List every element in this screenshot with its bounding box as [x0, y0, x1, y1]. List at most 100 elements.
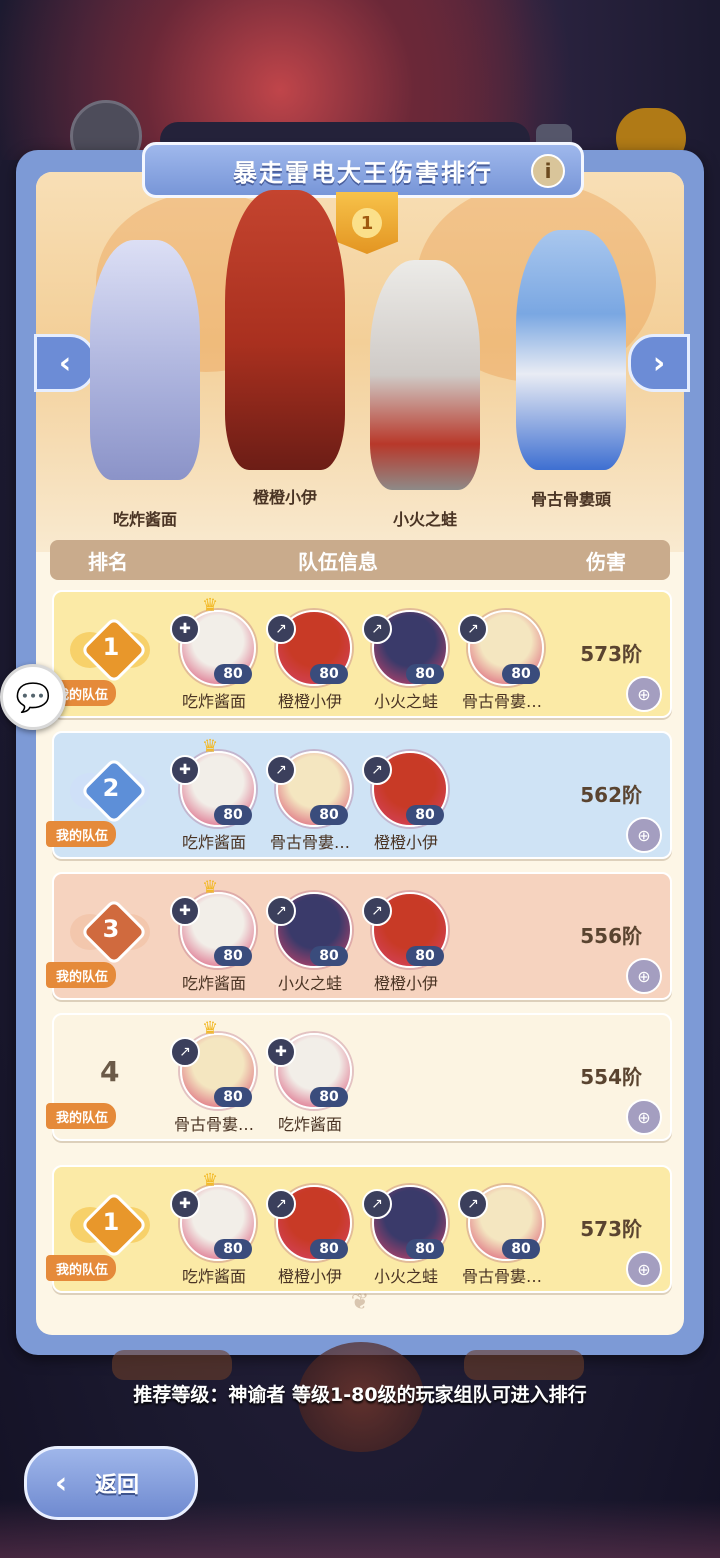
page-title: 暴走雷电大王伤害排行: [233, 158, 493, 187]
ranking-row: 1 我的队伍 ♛ ✚ 80 吃炸酱面 ↗ 80 橙橙小伊 ↗ 80 小火之蛙 ↗ 80 骨古骨婁… 573阶 ⊕: [46, 1165, 672, 1293]
zoom-in-button[interactable]: ⊕: [626, 676, 662, 712]
background-button: [464, 1350, 584, 1380]
zoom-in-button[interactable]: ⊕: [626, 958, 662, 994]
member-name: 吃炸酱面: [181, 974, 246, 993]
info-icon: i: [544, 159, 552, 183]
class-icon: ↗: [458, 1189, 488, 1219]
team-member[interactable]: ↗ 80 小火之蛙: [262, 884, 358, 994]
level-badge: 80: [406, 664, 444, 684]
level-badge: 80: [310, 664, 348, 684]
team-member[interactable]: ↗ 80 小火之蛙: [358, 1177, 454, 1287]
member-name: 橙橙小伊: [277, 692, 342, 711]
my-team-tag: 我的队伍: [46, 1103, 117, 1129]
damage-value: 573阶: [580, 642, 642, 666]
level-badge: 80: [310, 805, 348, 825]
hero-name: 橙橙小伊: [252, 488, 317, 507]
member-name: 吃炸酱面: [181, 833, 246, 852]
back-button[interactable]: ‹ 返回: [24, 1446, 198, 1520]
table-header: 排名 队伍信息 伤害: [50, 540, 670, 580]
member-name: 骨古骨婁…: [173, 1115, 254, 1134]
chat-bubble-icon: 💬: [15, 680, 51, 714]
level-badge: 80: [310, 946, 348, 966]
leader-crown-icon: ♛: [202, 1018, 219, 1039]
chat-button[interactable]: 💬: [0, 664, 66, 730]
info-button[interactable]: i: [531, 154, 565, 188]
magnifier-plus-icon: ⊕: [637, 684, 651, 704]
member-name: 骨古骨婁…: [461, 692, 542, 711]
damage-value: 562阶: [580, 783, 642, 807]
ranking-row: 3 我的队伍 ♛ ✚ 80 吃炸酱面 ↗ 80 小火之蛙 ↗ 80 橙橙小伊 556阶 ⊕: [46, 872, 672, 1000]
hero-card[interactable]: 吃炸酱面: [70, 240, 220, 530]
member-name: 橙橙小伊: [373, 833, 438, 852]
class-icon: ↗: [170, 1037, 200, 1067]
team-member[interactable]: ↗ 80 橙橙小伊: [358, 743, 454, 853]
column-header-team: 队伍信息: [298, 549, 378, 574]
zoom-in-button[interactable]: ⊕: [626, 1251, 662, 1287]
team-member[interactable]: ↗ 80 骨古骨婁…: [262, 743, 358, 853]
rank-medal-icon: 2: [70, 757, 150, 825]
team-member[interactable]: ↗ 80 橙橙小伊: [262, 1177, 358, 1287]
magnifier-plus-icon: ⊕: [637, 966, 651, 986]
my-team-tag: 我的队伍: [46, 821, 117, 847]
rank-number: 3: [102, 915, 120, 943]
leader-crown-icon: ♛: [202, 877, 219, 898]
hero-card[interactable]: 橙橙小伊: [210, 190, 360, 510]
ranking-row: 2 我的队伍 ♛ ✚ 80 吃炸酱面 ↗ 80 骨古骨婁… ↗ 80 橙橙小伊 562阶 ⊕: [46, 731, 672, 859]
hero-figure: [225, 190, 345, 470]
team-member[interactable]: ♛ ✚ 80 吃炸酱面: [166, 879, 262, 994]
leader-crown-icon: ♛: [202, 736, 219, 757]
background-button: [112, 1350, 232, 1380]
zoom-in-button[interactable]: ⊕: [626, 1099, 662, 1135]
class-icon: ✚: [170, 755, 200, 785]
back-label: 返回: [95, 1473, 140, 1498]
member-name: 骨古骨婁…: [461, 1267, 542, 1286]
class-icon: ↗: [362, 896, 392, 926]
level-badge: 80: [406, 805, 444, 825]
hero-card[interactable]: 骨古骨婁頭: [496, 230, 646, 510]
member-name: 小火之蛙: [277, 974, 342, 993]
member-name: 吃炸酱面: [277, 1115, 342, 1134]
rank-medal-icon: 1: [70, 616, 150, 684]
recommend-level-text: 推荐等级：神谕者 等级1-80级的玩家组队可进入排行: [133, 1384, 587, 1406]
class-icon: ✚: [170, 1189, 200, 1219]
magnifier-plus-icon: ⊕: [637, 1259, 651, 1279]
team-member[interactable]: ↗ 80 橙橙小伊: [358, 884, 454, 994]
class-icon: ✚: [170, 896, 200, 926]
level-badge: 80: [310, 1087, 348, 1107]
team-member[interactable]: ↗ 80 橙橙小伊: [262, 602, 358, 712]
class-icon: ✚: [266, 1037, 296, 1067]
level-badge: 80: [406, 1239, 444, 1259]
hero-name: 骨古骨婁頭: [530, 490, 611, 509]
team-member[interactable]: ♛ ✚ 80 吃炸酱面: [166, 1172, 262, 1287]
rank-number: 1: [102, 633, 120, 661]
member-name: 橙橙小伊: [373, 974, 438, 993]
team-member[interactable]: ↗ 80 骨古骨婁…: [454, 1177, 550, 1287]
member-name: 小火之蛙: [373, 1267, 438, 1286]
team-member[interactable]: ♛ ✚ 80 吃炸酱面: [166, 597, 262, 712]
level-badge: 80: [406, 946, 444, 966]
zoom-in-button[interactable]: ⊕: [626, 817, 662, 853]
team-member[interactable]: ↗ 80 骨古骨婁…: [454, 602, 550, 712]
leader-crown-icon: ♛: [202, 1170, 219, 1191]
team-member[interactable]: ♛ ↗ 80 骨古骨婁…: [166, 1020, 262, 1135]
class-icon: ↗: [266, 614, 296, 644]
team-member[interactable]: ✚ 80 吃炸酱面: [262, 1025, 358, 1135]
team-member[interactable]: ↗ 80 小火之蛙: [358, 602, 454, 712]
rank-number: 4: [100, 1055, 120, 1088]
chevron-right-icon: ›: [652, 345, 666, 381]
level-badge: 80: [214, 1087, 252, 1107]
member-name: 橙橙小伊: [277, 1267, 342, 1286]
rank-number: 1: [102, 1208, 120, 1236]
hero-figure: [90, 240, 200, 480]
hero-card[interactable]: 小火之蛙: [350, 260, 500, 530]
class-icon: ↗: [266, 755, 296, 785]
magnifier-plus-icon: ⊕: [637, 1107, 651, 1127]
level-badge: 80: [214, 805, 252, 825]
class-icon: ↗: [362, 614, 392, 644]
level-badge: 80: [502, 1239, 540, 1259]
column-header-damage: 伤害: [586, 549, 626, 574]
panel-ornament: ❦: [350, 1290, 370, 1315]
level-badge: 80: [214, 1239, 252, 1259]
level-badge: 80: [310, 1239, 348, 1259]
team-member[interactable]: ♛ ✚ 80 吃炸酱面: [166, 738, 262, 853]
